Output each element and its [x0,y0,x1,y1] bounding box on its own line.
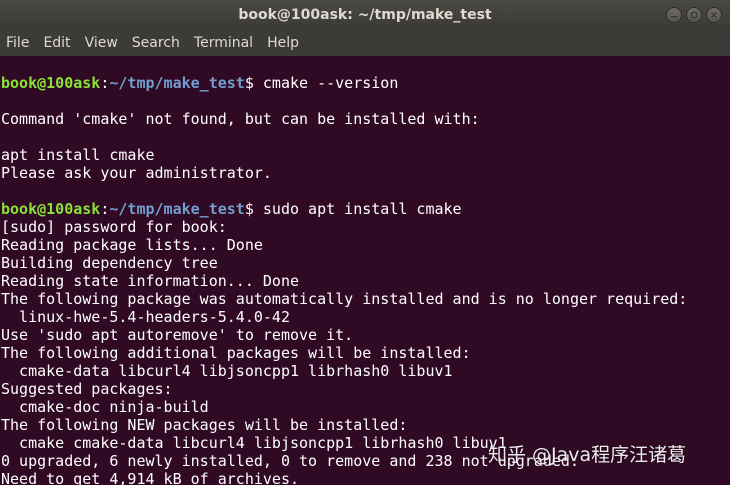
prompt-path: ~/tmp/make_test [109,200,245,218]
output-line: Reading state information... Done [1,272,300,290]
menu-help[interactable]: Help [260,30,306,56]
prompt-command: sudo apt install cmake [262,200,462,218]
maximize-icon [690,11,698,19]
output-line: The following NEW packages will be insta… [1,416,408,434]
prompt-line: book@100ask:~/tmp/make_test$ sudo apt in… [0,200,730,218]
output-line: The following additional packages will b… [1,344,471,362]
minimize-button[interactable] [666,7,682,23]
output-line: Building dependency tree [1,254,218,272]
output-line: cmake-doc ninja-build [1,398,209,416]
output-line: Reading package lists... Done [1,236,263,254]
output-line: Use 'sudo apt autoremove' to remove it. [1,326,354,344]
prompt-line: book@100ask:~/tmp/make_test$ cmake --ver… [0,74,730,92]
title-bar: book@100ask: ~/tmp/make_test [0,0,730,30]
menu-terminal[interactable]: Terminal [187,30,260,56]
prompt-command: cmake --version [262,74,399,92]
output-line: Suggested packages: [1,380,173,398]
prompt-symbol: $ [244,200,263,218]
output-line: The following package was automatically … [1,290,688,308]
output-line: Need to get 4,914 kB of archives. [1,470,300,485]
menu-search[interactable]: Search [125,30,187,56]
output-line: [sudo] password for book: [1,218,227,236]
terminal-output[interactable]: book@100ask:~/tmp/make_test$ cmake --ver… [0,56,730,485]
menu-edit[interactable]: Edit [36,30,77,56]
close-button[interactable] [706,7,722,23]
prompt-path: ~/tmp/make_test [109,74,245,92]
output-line: Please ask your administrator. [1,164,272,182]
menu-view[interactable]: View [78,30,125,56]
watermark: 知乎 @Java程序汪诸葛 [488,444,687,466]
prompt-user: book@100ask [1,200,101,218]
window-controls [666,7,722,23]
minimize-icon [671,16,677,18]
terminal-window: book@100ask: ~/tmp/make_test File Edit V… [0,0,730,485]
output-line: linux-hwe-5.4-headers-5.4.0-42 [1,308,290,326]
maximize-button[interactable] [686,7,702,23]
prompt-symbol: $ [244,74,263,92]
prompt-user: book@100ask [1,74,101,92]
output-line: cmake-data libcurl4 libjsoncpp1 librhash… [1,362,453,380]
output-line: apt install cmake [1,146,155,164]
close-icon [711,12,717,18]
menu-bar: File Edit View Search Terminal Help [0,30,730,56]
menu-file[interactable]: File [0,30,36,56]
output-line: Command 'cmake' not found, but can be in… [1,110,480,128]
window-title: book@100ask: ~/tmp/make_test [238,7,492,23]
